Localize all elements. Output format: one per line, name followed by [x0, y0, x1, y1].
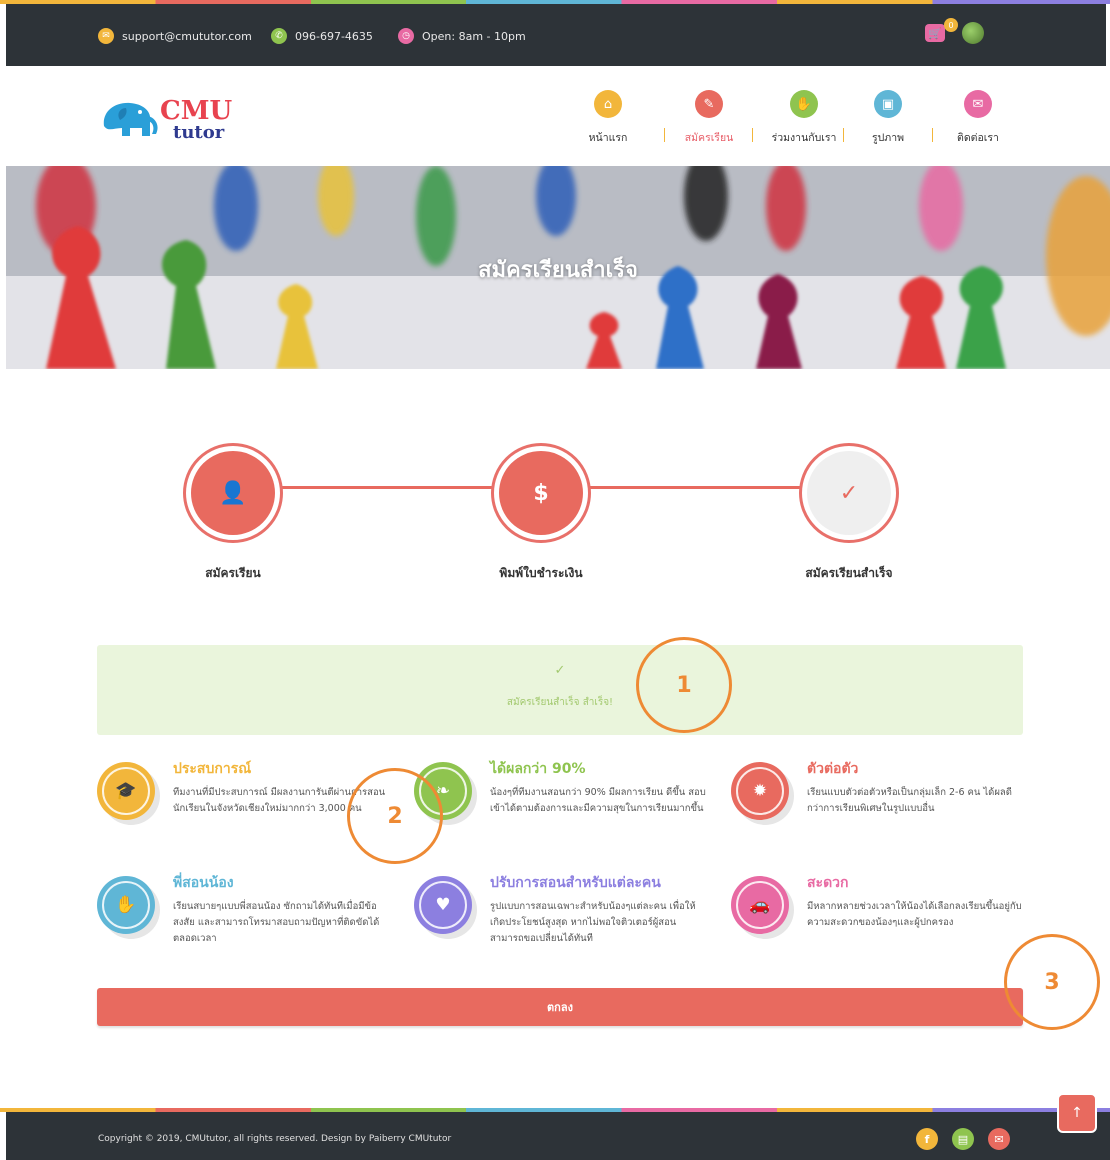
step-label-success: สมัครเรียนสำเร็จ — [805, 566, 893, 580]
feature-title: ตัวต่อตัว — [807, 761, 859, 777]
feature-results: ❧ ได้ผลกว่า 90% น้องๆที่ทีมงานสอนกว่า 90… — [414, 761, 714, 842]
email-contact[interactable]: ✉ support@cmututor.com — [98, 28, 252, 44]
hero-banner: สมัครเรียนสำเร็จ — [6, 166, 1110, 369]
success-alert: ✓ สมัครเรียนสำเร็จ สำเร็จ! — [97, 645, 1023, 735]
user-avatar[interactable] — [962, 22, 984, 44]
phone-text: 096-697-4635 — [295, 29, 373, 43]
pencil-icon: ✎ — [695, 90, 723, 118]
nav-label: หน้าแรก — [588, 132, 628, 144]
feature-convenient: 🚗 สะดวก มีหลากหลายช่วงเวลาให้น้องได้เลือ… — [731, 875, 1031, 956]
feature-title: สะดวก — [807, 875, 849, 891]
step-label-payment: พิมพ์ใบชำระเงิน — [499, 566, 583, 580]
dollar-icon: $ — [499, 451, 583, 535]
nav-divider — [932, 128, 933, 142]
annotation-marker-3: 3 — [1004, 934, 1100, 1030]
annotation-marker-1: 1 — [636, 637, 732, 733]
nav-label: รูปภาพ — [871, 132, 905, 144]
handshake-icon: ✋ — [97, 876, 155, 934]
footer: Copyright © 2019, CMUtutor, all rights r… — [6, 1112, 1110, 1160]
clock-icon: ◷ — [398, 28, 414, 44]
feature-title: ปรับการสอนสำหรับแต่ละคน — [490, 875, 661, 891]
check-icon: ✓ — [807, 451, 891, 535]
feature-personalized: ♥ ปรับการสอนสำหรับแต่ละคน รูปแบบการสอนเฉ… — [414, 875, 714, 956]
feature-text: น้องๆที่ทีมงานสอนกว่า 90% มีผลการเรียน ด… — [490, 787, 706, 814]
step-label-register: สมัครเรียน — [205, 566, 261, 580]
heart-icon: ♥ — [414, 876, 472, 934]
email-text: support@cmututor.com — [122, 29, 252, 43]
car-icon: 🚗 — [731, 876, 789, 934]
nav-divider — [843, 128, 844, 142]
nav-label: ติดต่อเรา — [957, 132, 999, 144]
nav-divider — [752, 128, 753, 142]
feature-title: ได้ผลกว่า 90% — [490, 761, 586, 777]
copyright-text: Copyright © 2019, CMUtutor, all rights r… — [98, 1134, 452, 1144]
hours-text: Open: 8am - 10pm — [422, 29, 526, 43]
alert-message: สมัครเรียนสำเร็จ สำเร็จ! — [506, 697, 614, 708]
feature-text: เรียนแบบตัวต่อตัวหรือเป็นกลุ่มเล็ก 2-6 ค… — [807, 787, 1012, 814]
mail-icon: ✉ — [964, 90, 992, 118]
feature-text: รูปแบบการสอนเฉพาะสำหรับน้องๆแต่ละคน เพื่… — [490, 901, 696, 944]
step-payment: $ — [491, 443, 591, 543]
nav-label: สมัครเรียน — [684, 132, 734, 144]
hero-title: สมัครเรียนสำเร็จ — [478, 258, 638, 283]
nav-item-contact[interactable]: ✉ ติดต่อเรา — [950, 90, 1006, 146]
home-icon: ⌂ — [594, 90, 622, 118]
annotation-marker-2: 2 — [347, 768, 443, 864]
feature-text: เรียนสบายๆแบบพี่สอนน้อง ซักถามได้ทันทีเม… — [173, 901, 380, 944]
graduation-cap-icon: 🎓 — [97, 762, 155, 820]
site-logo[interactable]: CMU tutor — [100, 96, 250, 146]
nav-item-home[interactable]: ⌂ หน้าแรก — [580, 90, 636, 146]
email-icon: ✉ — [98, 28, 114, 44]
logo-tutor-text: tutor — [173, 122, 225, 143]
hours-info: ◷ Open: 8am - 10pm — [398, 28, 526, 44]
elephant-logo-icon — [103, 102, 158, 136]
nav-divider — [664, 128, 665, 142]
feature-one-on-one: ✹ ตัวต่อตัว เรียนแบบตัวต่อตัวหรือเป็นกลุ… — [731, 761, 1031, 842]
nav-item-register[interactable]: ✎ สมัครเรียน — [681, 90, 737, 146]
nav-item-jobs[interactable]: ✋ ร่วมงานกับเรา — [764, 90, 844, 146]
ok-button[interactable]: ตกลง — [97, 988, 1023, 1026]
facebook-icon[interactable]: f — [916, 1128, 938, 1150]
feature-text: มีหลากหลายช่วงเวลาให้น้องได้เลือกลงเรียน… — [807, 901, 1022, 928]
cart-count-badge: 0 — [944, 18, 958, 32]
feature-peer-tutor: ✋ พี่สอนน้อง เรียนสบายๆแบบพี่สอนน้อง ซัก… — [97, 875, 397, 956]
check-icon: ✓ — [554, 663, 566, 678]
feature-title: ประสบการณ์ — [173, 761, 252, 777]
nav-label: ร่วมงานกับเรา — [771, 132, 837, 144]
back-to-top-button[interactable]: ↑ — [1057, 1093, 1097, 1133]
gear-icon: ✹ — [731, 762, 789, 820]
nav-item-gallery[interactable]: ▣ รูปภาพ — [860, 90, 916, 146]
handshake-icon: ✋ — [790, 90, 818, 118]
cart-icon[interactable]: 🛒 — [925, 24, 945, 42]
line-icon[interactable]: ▤ — [952, 1128, 974, 1150]
phone-icon: ✆ — [271, 28, 287, 44]
phone-contact[interactable]: ✆ 096-697-4635 — [271, 28, 373, 44]
mail-icon[interactable]: ✉ — [988, 1128, 1010, 1150]
user-icon: 👤 — [191, 451, 275, 535]
feature-title: พี่สอนน้อง — [173, 875, 234, 891]
step-success: ✓ — [799, 443, 899, 543]
step-register: 👤 — [183, 443, 283, 543]
image-icon: ▣ — [874, 90, 902, 118]
